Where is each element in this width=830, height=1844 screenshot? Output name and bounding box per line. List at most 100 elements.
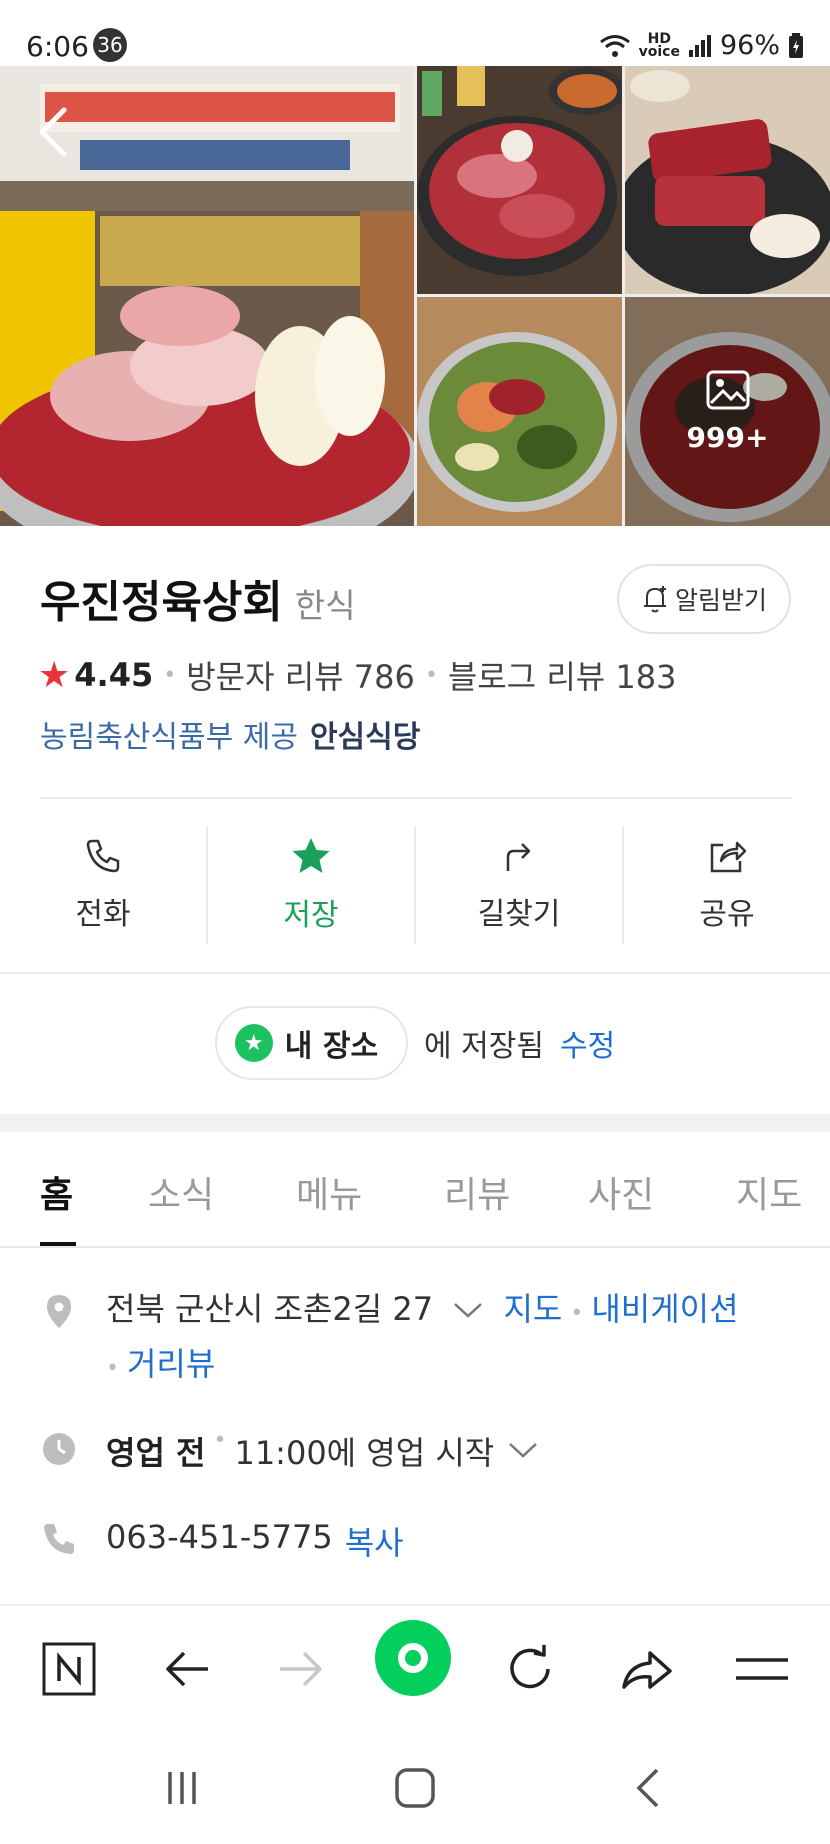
- star-rating-icon: ★: [38, 654, 71, 696]
- notification-badge: 36: [93, 28, 127, 62]
- bell-plus-icon: [643, 586, 666, 613]
- photo-thumbnail[interactable]: my: [625, 66, 830, 294]
- call-label: 전화: [75, 897, 131, 932]
- green-dot-icon: [398, 1643, 428, 1673]
- place-name: 우진정육상회: [40, 577, 283, 628]
- status-time: 6:06: [26, 30, 89, 63]
- hours-row[interactable]: 영업 전 • 11:00에 영업 시작: [40, 1428, 800, 1474]
- address-text[interactable]: 전북 군산시 조촌2길 27: [106, 1290, 433, 1328]
- saved-star-icon: ★: [234, 1024, 273, 1062]
- saved-text: 에 저장됨: [424, 1029, 544, 1064]
- share-icon: [710, 841, 747, 873]
- share-label: 공유: [699, 897, 755, 932]
- directions-icon: [506, 843, 531, 871]
- hours-status: 영업 전: [106, 1434, 206, 1472]
- location-pin-icon: [47, 1295, 71, 1328]
- chevron-left-icon: [39, 107, 67, 157]
- save-label: 저장: [283, 898, 339, 933]
- wifi-icon: [599, 34, 630, 57]
- copy-phone-link[interactable]: 복사: [345, 1518, 404, 1564]
- rating-row: ★ 4.45 • 방문자 리뷰 786 • 블로그 리뷰 183: [38, 652, 676, 698]
- action-bar: 전화 저장 길찾기 공유: [0, 826, 830, 944]
- hamburger-menu-icon: [736, 1658, 788, 1680]
- divider: [0, 1246, 830, 1248]
- phone-icon: [44, 1524, 74, 1554]
- clock-icon: [43, 1433, 75, 1465]
- place-title-row: 우진정육상회 한식: [40, 566, 356, 630]
- chevron-down-icon[interactable]: [451, 1300, 485, 1320]
- cert-provider: 농림축산식품부 제공: [40, 720, 298, 755]
- photo-thumbnail[interactable]: [417, 297, 622, 526]
- battery-percent: 96%: [719, 30, 780, 61]
- tab-bar: 홈 소식 메뉴 리뷰 사진 지도: [0, 1132, 830, 1248]
- divider: [40, 797, 792, 799]
- directions-label: 길찾기: [477, 897, 561, 932]
- cert-name: 안심식당: [309, 720, 421, 755]
- hd-voice-icon: HD voice: [638, 30, 680, 60]
- photo-gallery: my 999+: [0, 66, 830, 526]
- browser-back-button[interactable]: [152, 1634, 222, 1704]
- navigation-link[interactable]: 내비게이션: [591, 1290, 738, 1328]
- main-photo[interactable]: [0, 66, 414, 526]
- naver-logo-icon: [42, 1642, 96, 1696]
- safety-cert-row[interactable]: 농림축산식품부 제공 안심식당: [40, 712, 420, 756]
- divider: [0, 972, 830, 974]
- tab-map[interactable]: 지도: [736, 1166, 802, 1218]
- saved-status-row: ★ 내 장소 에 저장됨 수정: [0, 1006, 830, 1080]
- map-link[interactable]: 지도: [503, 1290, 562, 1328]
- gallery-icon: [706, 370, 749, 410]
- system-navigation-bar: [0, 1728, 830, 1844]
- recent-apps-button[interactable]: [152, 1758, 212, 1818]
- home-button[interactable]: [385, 1758, 445, 1818]
- more-photos[interactable]: 999+: [625, 297, 830, 526]
- tab-review[interactable]: 리뷰: [444, 1166, 510, 1218]
- phone-number[interactable]: 063-451-5775: [106, 1518, 333, 1564]
- refresh-button[interactable]: [495, 1634, 565, 1704]
- refresh-icon: [510, 1645, 550, 1689]
- status-bar: 6:06 36 HD voice 96%: [0, 0, 830, 66]
- my-place-label: 내 장소: [284, 1029, 379, 1064]
- browser-toolbar: [0, 1604, 830, 1728]
- alarm-button[interactable]: 알림받기: [617, 564, 791, 634]
- edit-link[interactable]: 수정: [560, 1021, 615, 1065]
- share-button[interactable]: 공유: [624, 826, 830, 944]
- system-back-button[interactable]: [618, 1758, 678, 1818]
- section-gap: [0, 1114, 830, 1132]
- green-dot-button[interactable]: [375, 1620, 451, 1696]
- phone-row: 063-451-5775 복사: [40, 1518, 800, 1564]
- directions-button[interactable]: 길찾기: [416, 826, 624, 944]
- call-button[interactable]: 전화: [0, 826, 208, 944]
- photo-thumbnail[interactable]: [417, 66, 622, 294]
- photo-count: 999+: [686, 421, 769, 454]
- back-button[interactable]: [30, 102, 80, 162]
- save-button[interactable]: 저장: [208, 826, 416, 944]
- battery-icon: [789, 32, 803, 58]
- arrow-left-icon: [166, 1651, 208, 1687]
- tab-menu[interactable]: 메뉴: [296, 1166, 362, 1218]
- address-row: 전북 군산시 조촌2길 27 지도 • 내비게이션 • 거리뷰: [40, 1290, 800, 1394]
- recent-apps-icon: [168, 1772, 196, 1804]
- signal-icon: [688, 34, 711, 57]
- arrow-right-icon: [280, 1651, 322, 1687]
- place-category: 한식: [294, 586, 356, 625]
- tab-photo[interactable]: 사진: [588, 1166, 654, 1218]
- menu-button[interactable]: [727, 1634, 797, 1704]
- share-arrow-icon: [622, 1651, 672, 1689]
- tab-home[interactable]: 홈: [40, 1166, 73, 1218]
- browser-forward-button[interactable]: [266, 1634, 336, 1704]
- home-icon: [395, 1768, 435, 1808]
- blog-review-link[interactable]: 블로그 리뷰 183: [448, 652, 677, 698]
- alarm-label: 알림받기: [674, 586, 767, 615]
- phone-icon: [86, 839, 120, 873]
- back-chevron-icon: [636, 1768, 659, 1808]
- browser-share-button[interactable]: [611, 1634, 681, 1704]
- tab-news[interactable]: 소식: [148, 1166, 214, 1218]
- street-view-link[interactable]: 거리뷰: [127, 1345, 215, 1383]
- rating-score: 4.45: [74, 656, 154, 694]
- star-icon: [292, 838, 330, 873]
- naver-home-button[interactable]: [34, 1634, 104, 1704]
- hours-detail: 11:00에 영업 시작: [234, 1434, 495, 1472]
- visitor-review-link[interactable]: 방문자 리뷰 786: [186, 652, 415, 698]
- chevron-down-icon: [509, 1443, 538, 1458]
- my-place-chip[interactable]: ★ 내 장소: [214, 1006, 409, 1080]
